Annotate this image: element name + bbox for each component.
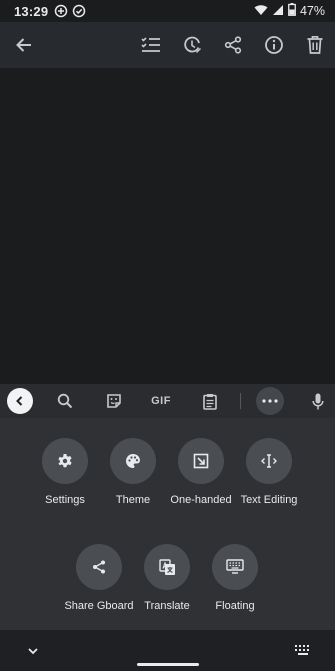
- translate-label: Translate: [144, 600, 190, 612]
- status-right-group: 47%: [254, 0, 325, 22]
- chevron-down-icon[interactable]: [25, 644, 41, 656]
- keyboard-toolbar: GIF: [0, 384, 335, 418]
- text-editing-option[interactable]: Text Editing: [224, 438, 314, 506]
- status-time: 13:29: [14, 3, 49, 19]
- delete-icon[interactable]: [303, 33, 327, 57]
- clipboard-icon[interactable]: [199, 389, 221, 413]
- status-bar: 13:29 47%: [0, 0, 335, 22]
- floating-option[interactable]: Floating: [190, 544, 280, 612]
- translate-icon[interactable]: [144, 544, 190, 590]
- battery-icon: [288, 3, 296, 19]
- add-circle-icon: [54, 4, 68, 18]
- reminder-icon[interactable]: [180, 33, 204, 57]
- floating-label: Floating: [215, 600, 255, 612]
- battery-percent: 47%: [299, 4, 325, 18]
- sticker-icon[interactable]: [103, 389, 125, 413]
- text-editing-label: Text Editing: [240, 494, 298, 506]
- share-icon[interactable]: [221, 33, 245, 57]
- search-icon[interactable]: [54, 389, 76, 413]
- keyboard-switch-icon[interactable]: [294, 643, 312, 657]
- checklist-icon[interactable]: [139, 33, 163, 57]
- keyboard-icon[interactable]: [212, 544, 258, 590]
- info-icon[interactable]: [262, 33, 286, 57]
- wifi-icon: [254, 4, 268, 19]
- keyboard-options-panel: Settings Theme One-handed Text Editing S…: [0, 418, 335, 630]
- one-handed-label: One-handed: [170, 494, 232, 506]
- note-editor-area[interactable]: [0, 68, 335, 384]
- collapse-icon[interactable]: [7, 388, 33, 414]
- share-icon[interactable]: [76, 544, 122, 590]
- mic-icon[interactable]: [308, 389, 328, 413]
- palette-icon[interactable]: [110, 438, 156, 484]
- text-cursor-icon[interactable]: [246, 438, 292, 484]
- gif-button[interactable]: GIF: [146, 389, 176, 413]
- navigation-bar: [0, 630, 335, 671]
- check-circle-icon: [72, 4, 86, 18]
- more-icon[interactable]: [256, 387, 284, 415]
- gear-icon[interactable]: [42, 438, 88, 484]
- signal-icon: [272, 4, 284, 19]
- toolbar-divider: [240, 393, 241, 409]
- home-handle[interactable]: [137, 663, 199, 666]
- back-arrow-icon[interactable]: [12, 33, 36, 57]
- settings-label: Settings: [45, 494, 85, 506]
- app-bar: [0, 22, 335, 68]
- one-handed-icon[interactable]: [178, 438, 224, 484]
- theme-label: Theme: [115, 494, 151, 506]
